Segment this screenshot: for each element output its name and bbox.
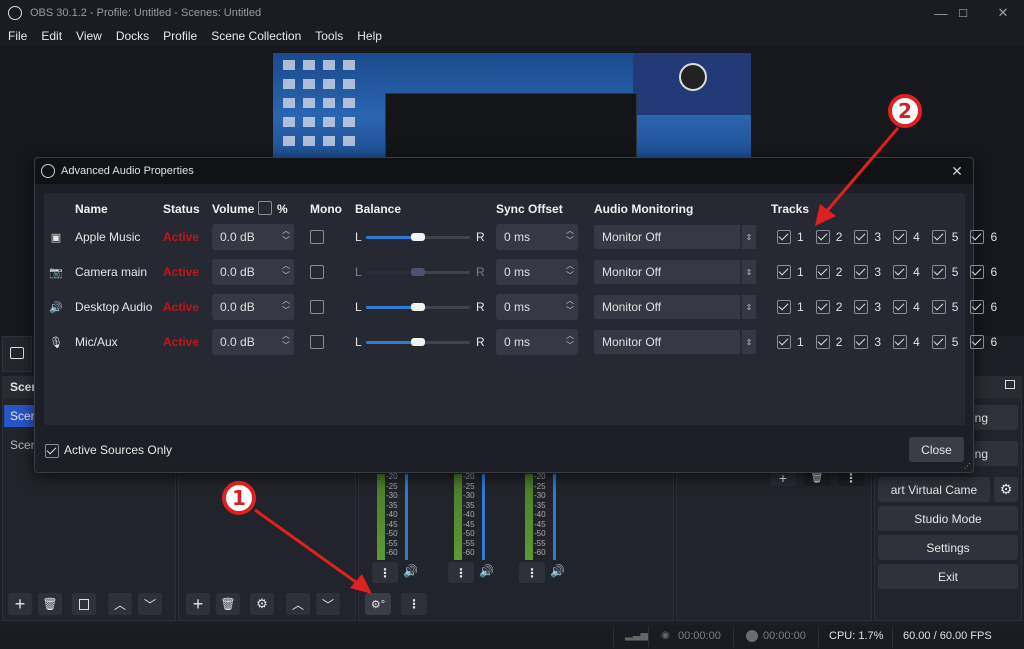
annotation-arrows [254, 127, 900, 594]
annotation-arrow-2 [824, 127, 900, 213]
annotation-badge-2: 2 [888, 94, 922, 128]
annotation-badge-1: 1 [222, 481, 256, 515]
annotation-arrowhead-2 [815, 204, 836, 226]
annotation-arrow-1 [254, 508, 361, 587]
annotation-arrowhead-1 [350, 574, 372, 594]
